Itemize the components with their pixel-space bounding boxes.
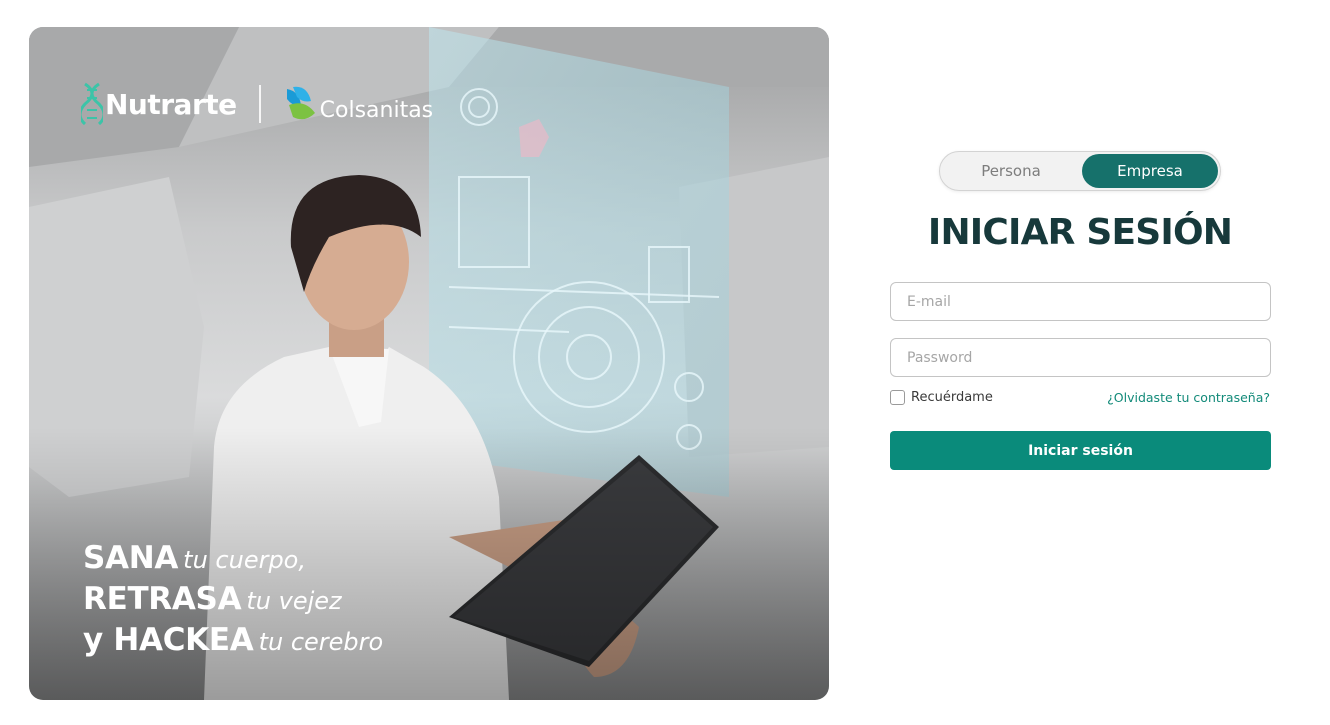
- tagline-italic-2: tu vejez: [246, 587, 342, 615]
- hero-tagline: SANA tu cuerpo, RETRASA tu vejez y HACKE…: [83, 540, 383, 663]
- email-field[interactable]: [890, 282, 1271, 321]
- page-title: INICIAR SESIÓN: [927, 212, 1233, 253]
- tagline-line-2: RETRASA tu vejez: [83, 581, 383, 622]
- remember-me[interactable]: Recuérdame: [890, 390, 993, 405]
- toggle-empresa[interactable]: Empresa: [1082, 154, 1218, 188]
- tagline-italic-1: tu cuerpo,: [183, 546, 306, 574]
- leaf-icon: [286, 86, 315, 120]
- dna-icon: [81, 82, 103, 126]
- forgot-password-link[interactable]: ¿Olvidaste tu contraseña?: [1107, 390, 1270, 405]
- nutrarte-logo-text: Nutrarte: [105, 87, 237, 121]
- remember-checkbox[interactable]: [890, 390, 905, 405]
- password-field[interactable]: [890, 338, 1271, 377]
- tagline-strong-3: y HACKEA: [83, 622, 254, 658]
- account-type-toggle[interactable]: Persona Empresa: [939, 151, 1221, 191]
- logo-divider: [258, 85, 261, 123]
- tagline-line-3: y HACKEA tu cerebro: [83, 622, 383, 663]
- remember-label: Recuérdame: [911, 390, 993, 405]
- tagline-strong-2: RETRASA: [83, 581, 242, 617]
- tagline-italic-3: tu cerebro: [258, 628, 384, 656]
- colsanitas-logo-text: Colsanitas: [319, 97, 434, 123]
- tagline-strong-1: SANA: [83, 540, 179, 576]
- toggle-persona[interactable]: Persona: [943, 154, 1079, 188]
- hero-panel: Nutrarte Colsanitas SANA tu cuerpo, RETR…: [29, 27, 829, 700]
- login-button[interactable]: Iniciar sesión: [890, 431, 1271, 470]
- tagline-line-1: SANA tu cuerpo,: [83, 540, 383, 581]
- brand-logos: Nutrarte Colsanitas: [81, 79, 433, 129]
